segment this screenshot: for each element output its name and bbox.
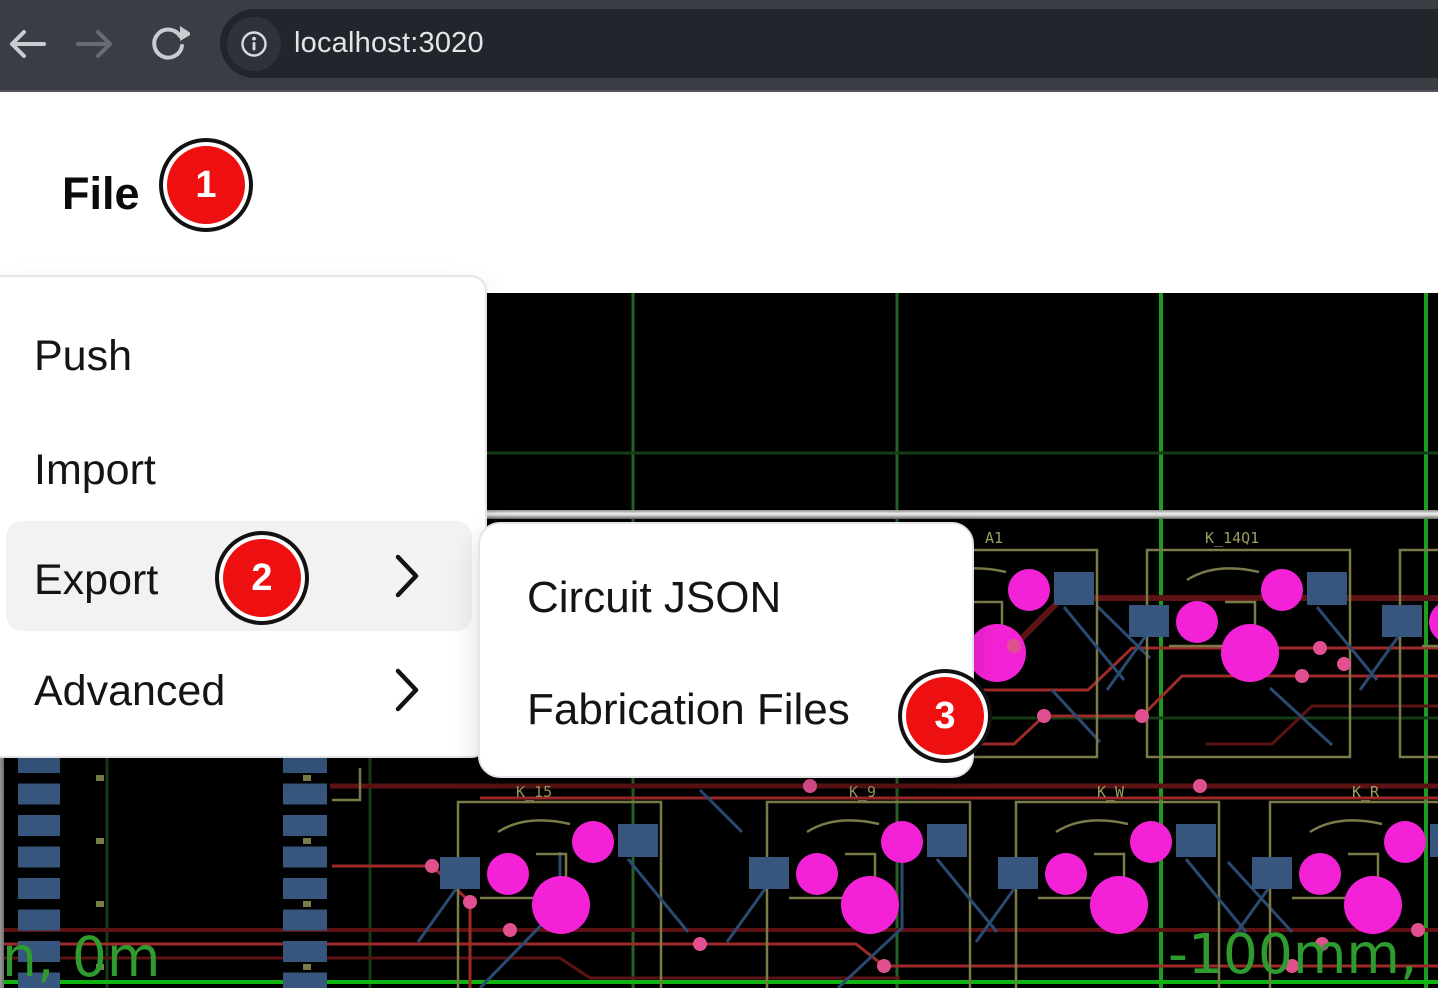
annotation-badge-3: 3 [906, 677, 984, 755]
export-submenu: Circuit JSON Fabrication Files [478, 522, 974, 778]
site-info-button[interactable] [227, 17, 281, 71]
submenu-item-fabrication-files[interactable]: Fabrication Files [527, 685, 850, 735]
footprint-label: K_14Q1 [1205, 529, 1259, 547]
chevron-right-icon [394, 553, 420, 599]
file-menu-dropdown: Push Import Export Advanced [0, 275, 487, 758]
annotation-badge-2: 2 [223, 539, 301, 617]
footprint-label: K_15 [516, 783, 552, 801]
badge-number: 2 [251, 557, 272, 600]
badge-number: 3 [934, 695, 955, 738]
footprint-label: K_W [1097, 783, 1125, 801]
browser-toolbar: localhost:3020 [0, 0, 1438, 92]
badge-number: 1 [195, 164, 216, 207]
coordinate-label-bottom-left: n, 0m [2, 925, 160, 988]
submenu-item-circuit-json[interactable]: Circuit JSON [527, 573, 781, 623]
footprint-label: K_9 [849, 783, 876, 801]
forward-icon[interactable] [74, 22, 118, 66]
annotation-badge-1: 1 [167, 146, 245, 224]
address-bar[interactable]: localhost:3020 [220, 9, 1438, 78]
menu-item-push[interactable]: Push [34, 332, 132, 380]
viewer-left-edge [0, 757, 4, 988]
footprint-label: A1 [985, 529, 1003, 547]
chevron-right-icon [394, 667, 420, 713]
footprint-label: K_R [1352, 783, 1380, 801]
info-icon [240, 30, 268, 58]
menu-item-advanced[interactable]: Advanced [34, 667, 225, 715]
url-text[interactable]: localhost:3020 [294, 27, 484, 60]
menu-item-import[interactable]: Import [34, 446, 156, 494]
back-icon[interactable] [4, 22, 48, 66]
file-menu-button[interactable]: File [62, 168, 140, 220]
coordinate-label-bottom-right: -100mm, 0m [1168, 922, 1438, 986]
reload-icon[interactable] [146, 22, 190, 66]
menu-item-export-label: Export [34, 556, 158, 604]
